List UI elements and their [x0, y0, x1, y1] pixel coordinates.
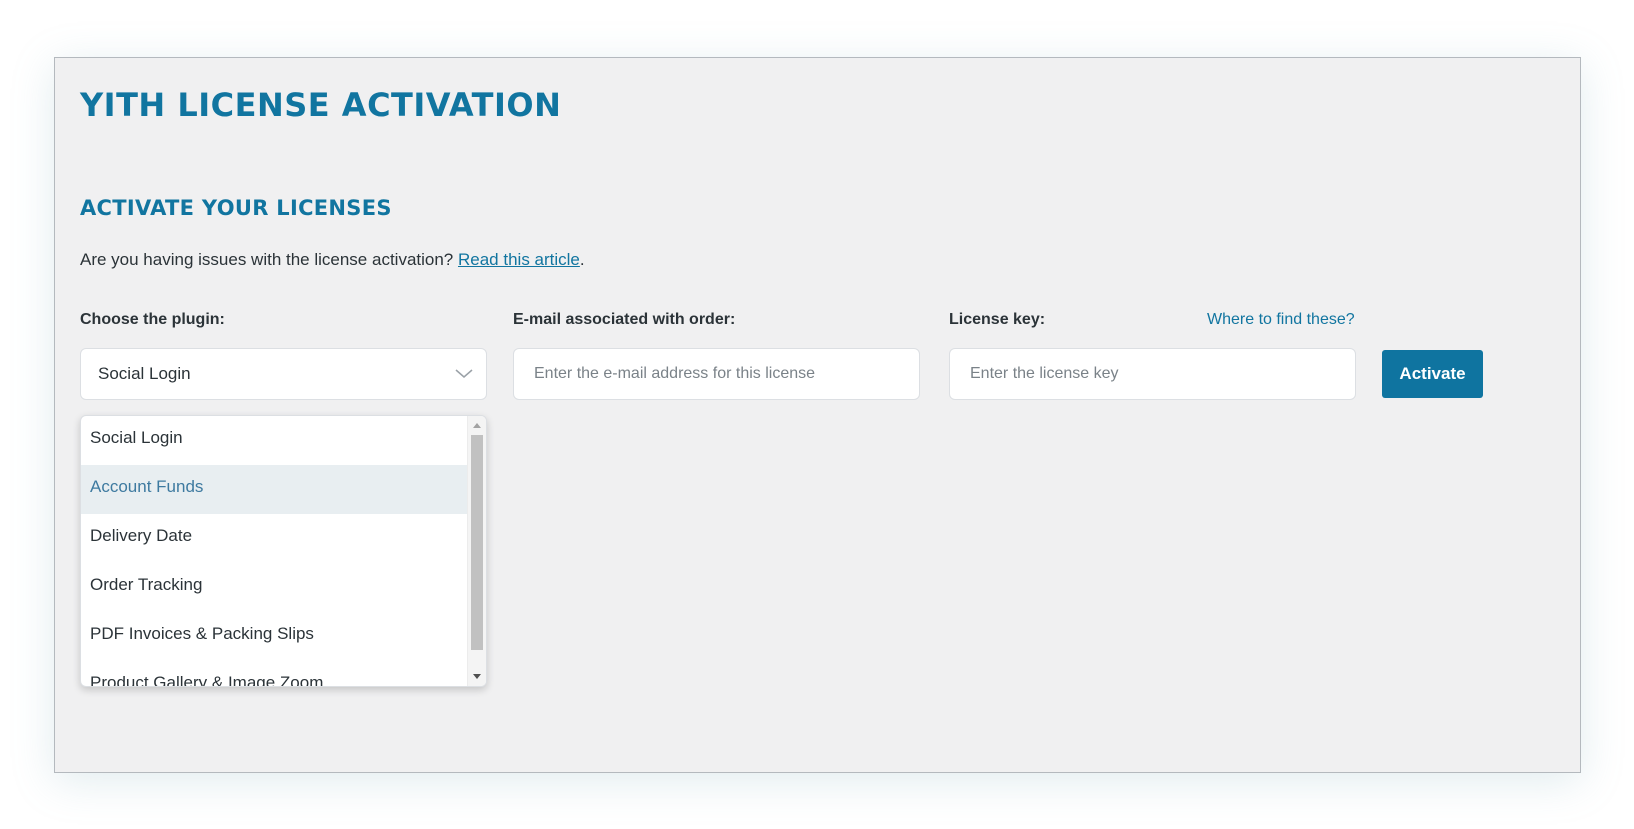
scroll-down-arrow-icon[interactable] [473, 674, 481, 679]
plugin-option[interactable]: Social Login [81, 416, 469, 465]
scrollbar-thumb[interactable] [471, 435, 483, 650]
chevron-down-icon [455, 369, 473, 378]
plugin-dropdown-list[interactable]: Social Login Account Funds Delivery Date… [80, 415, 487, 687]
read-article-link[interactable]: Read this article [458, 250, 580, 269]
plugin-select-value: Social Login [98, 364, 191, 383]
scroll-up-arrow-icon[interactable] [473, 423, 481, 428]
plugin-option[interactable]: Delivery Date [81, 514, 469, 563]
plugin-label: Choose the plugin: [80, 311, 225, 328]
plugin-options: Social Login Account Funds Delivery Date… [81, 416, 469, 686]
where-to-find-link[interactable]: Where to find these? [1207, 311, 1355, 329]
email-label: E-mail associated with order: [513, 311, 736, 328]
help-question: Are you having issues with the license a… [80, 250, 454, 269]
email-field-wrapper [513, 348, 920, 400]
activate-button[interactable]: Activate [1382, 350, 1483, 398]
plugin-option[interactable]: Order Tracking [81, 563, 469, 612]
license-key-label: License key: [949, 311, 1046, 328]
license-activation-panel: YITH LICENSE ACTIVATION ACTIVATE YOUR LI… [54, 57, 1581, 773]
help-suffix: . [579, 250, 585, 269]
page-title: YITH LICENSE ACTIVATION [80, 86, 562, 124]
license-key-field-wrapper [949, 348, 1356, 400]
help-text: Are you having issues with the license a… [80, 250, 585, 270]
dropdown-scrollbar[interactable] [467, 416, 486, 686]
email-field[interactable] [534, 349, 904, 399]
license-key-field[interactable] [970, 349, 1340, 399]
plugin-option[interactable]: Account Funds [81, 465, 469, 514]
plugin-option[interactable]: PDF Invoices & Packing Slips [81, 612, 469, 661]
plugin-select[interactable]: Social Login [80, 348, 487, 400]
section-title: ACTIVATE YOUR LICENSES [80, 196, 392, 220]
plugin-option[interactable]: Product Gallery & Image Zoom [81, 661, 469, 686]
